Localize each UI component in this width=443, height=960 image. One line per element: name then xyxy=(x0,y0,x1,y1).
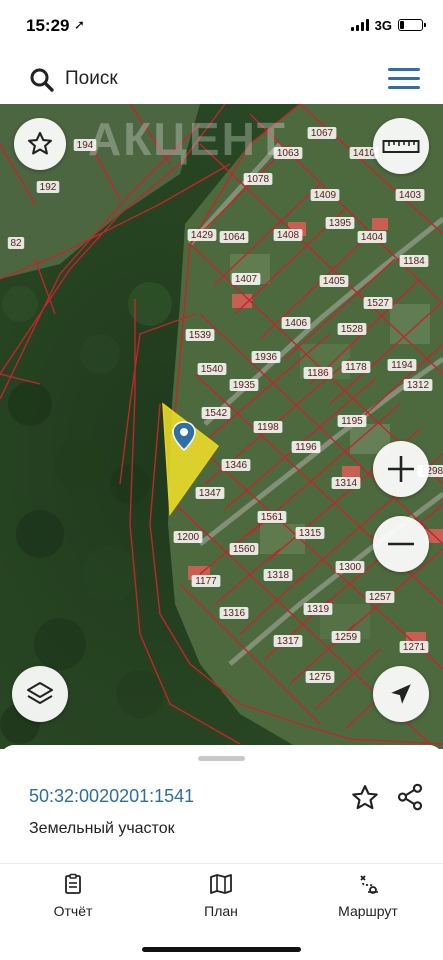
parcel-label[interactable]: 1271 xyxy=(403,642,426,653)
zoom-out-button[interactable] xyxy=(373,516,429,572)
signal-strength-icon xyxy=(350,19,369,31)
parcel-label[interactable]: 1540 xyxy=(201,364,224,375)
tab-plan[interactable]: План xyxy=(166,873,276,923)
parcel-label[interactable]: 82 xyxy=(10,238,22,249)
report-icon xyxy=(65,873,81,894)
parcel-label[interactable]: 1177 xyxy=(195,576,217,587)
star-icon xyxy=(352,785,378,810)
parcel-label[interactable]: 1275 xyxy=(309,672,332,683)
parcel-label[interactable]: 1408 xyxy=(277,230,300,241)
parcel-label[interactable]: 194 xyxy=(77,140,94,151)
parcel-label[interactable]: 1300 xyxy=(339,562,362,573)
parcel-label[interactable]: 1528 xyxy=(341,324,364,335)
share-icon xyxy=(397,783,423,811)
parcel-label[interactable]: 1064 xyxy=(223,232,246,243)
parcel-label[interactable]: 1346 xyxy=(225,460,248,471)
parcel-label[interactable]: 1196 xyxy=(295,442,317,453)
parcel-label[interactable]: 1395 xyxy=(329,218,352,229)
parcel-label[interactable]: 1200 xyxy=(177,532,200,543)
sheet-drag-handle[interactable] xyxy=(198,756,245,761)
parcel-label[interactable]: 192 xyxy=(40,182,57,193)
navigation-arrow-icon xyxy=(391,684,411,704)
parcel-label[interactable]: 1316 xyxy=(223,608,246,619)
parcel-label[interactable]: 1347 xyxy=(199,488,222,499)
cadastral-number: 50:32:0020201:1541 xyxy=(29,786,195,806)
status-bar: 15:29 ➚ 3G xyxy=(0,0,443,52)
plus-icon xyxy=(388,456,414,482)
search-bar[interactable] xyxy=(7,58,436,98)
route-icon xyxy=(360,875,378,894)
parcel-label[interactable]: 1178 xyxy=(345,362,367,373)
status-time: 15:29 xyxy=(26,16,70,35)
parcel-info-sheet[interactable]: 50:32:0020201:1541 Земельный участок Отч… xyxy=(0,745,443,960)
tab-route-label: Маршрут xyxy=(338,903,398,919)
parcel-label[interactable]: 1314 xyxy=(335,478,358,489)
locate-me-button[interactable] xyxy=(373,666,429,722)
parcel-label[interactable]: 1404 xyxy=(361,232,384,243)
search-input[interactable] xyxy=(65,66,365,92)
ruler-button[interactable] xyxy=(373,118,429,174)
parcel-label[interactable]: 1319 xyxy=(307,604,330,615)
parcel-label[interactable]: 1561 xyxy=(261,512,284,523)
search-icon[interactable] xyxy=(29,67,55,93)
location-arrow-icon: ➚ xyxy=(74,17,85,32)
parcel-label[interactable]: 1315 xyxy=(299,528,322,539)
tab-route[interactable]: Маршрут xyxy=(313,873,423,923)
zoom-in-button[interactable] xyxy=(373,441,429,497)
tab-report-label: Отчёт xyxy=(53,903,93,919)
parcel-label[interactable]: 1259 xyxy=(335,632,358,643)
parcel-label[interactable]: 1078 xyxy=(247,174,270,185)
parcel-label[interactable]: 1317 xyxy=(277,636,300,647)
star-icon xyxy=(27,131,53,155)
parcel-label[interactable]: 1318 xyxy=(267,570,290,581)
divider xyxy=(0,863,443,864)
parcel-label[interactable]: 1406 xyxy=(285,318,308,329)
parcel-label[interactable]: 1067 xyxy=(311,128,334,139)
home-indicator xyxy=(142,947,301,952)
parcel-label[interactable]: 1063 xyxy=(277,148,300,159)
battery-icon xyxy=(398,19,426,31)
status-indicators: 3G xyxy=(350,15,426,35)
map-canvas[interactable]: 194 1067 1063 1410 192 1078 1409 1403 82 1429 1064… xyxy=(0,104,443,749)
parcel-label[interactable]: 1560 xyxy=(233,544,256,555)
parcel-label[interactable]: 1409 xyxy=(314,190,337,201)
parcel-label[interactable]: 1410 xyxy=(353,148,376,159)
parcel-label[interactable]: 1539 xyxy=(189,330,212,341)
parcel-label[interactable]: 1403 xyxy=(399,190,422,201)
layers-icon xyxy=(27,682,53,704)
battery-level xyxy=(400,21,405,29)
minus-icon xyxy=(388,542,414,546)
add-favorite-button[interactable] xyxy=(350,783,380,813)
parcel-label[interactable]: 1184 xyxy=(403,256,425,267)
hamburger-menu-icon[interactable] xyxy=(388,68,420,90)
parcel-label[interactable]: 1407 xyxy=(235,274,258,285)
parcel-label[interactable]: 1195 xyxy=(341,416,363,427)
tab-report[interactable]: Отчёт xyxy=(18,873,128,923)
parcel-label[interactable]: 1935 xyxy=(233,380,256,391)
parcel-label[interactable]: 1186 xyxy=(307,368,329,379)
parcel-label[interactable]: 1527 xyxy=(367,298,390,309)
parcel-label[interactable]: 1198 xyxy=(257,422,279,433)
parcel-label[interactable]: 1936 xyxy=(255,352,278,363)
share-button[interactable] xyxy=(395,782,425,812)
favorite-button[interactable] xyxy=(14,118,66,170)
ruler-icon xyxy=(382,140,420,153)
layers-button[interactable] xyxy=(12,666,68,722)
bottom-tab-bar: Отчёт План Маршрут xyxy=(0,873,443,923)
parcel-label[interactable]: 1194 xyxy=(391,360,413,371)
parcel-label[interactable]: 1257 xyxy=(369,592,392,603)
satellite-map[interactable]: 194 1067 1063 1410 192 1078 1409 1403 82 1429 1064… xyxy=(0,104,443,749)
map-icon xyxy=(210,874,232,894)
network-type: 3G xyxy=(374,17,392,33)
parcel-label[interactable]: 1312 xyxy=(407,380,430,391)
parcel-label[interactable]: 1542 xyxy=(205,408,228,419)
tab-plan-label: План xyxy=(204,903,238,919)
parcel-type: Земельный участок xyxy=(29,820,175,837)
parcel-label[interactable]: 1405 xyxy=(323,276,346,287)
parcel-label[interactable]: 1429 xyxy=(191,230,214,241)
